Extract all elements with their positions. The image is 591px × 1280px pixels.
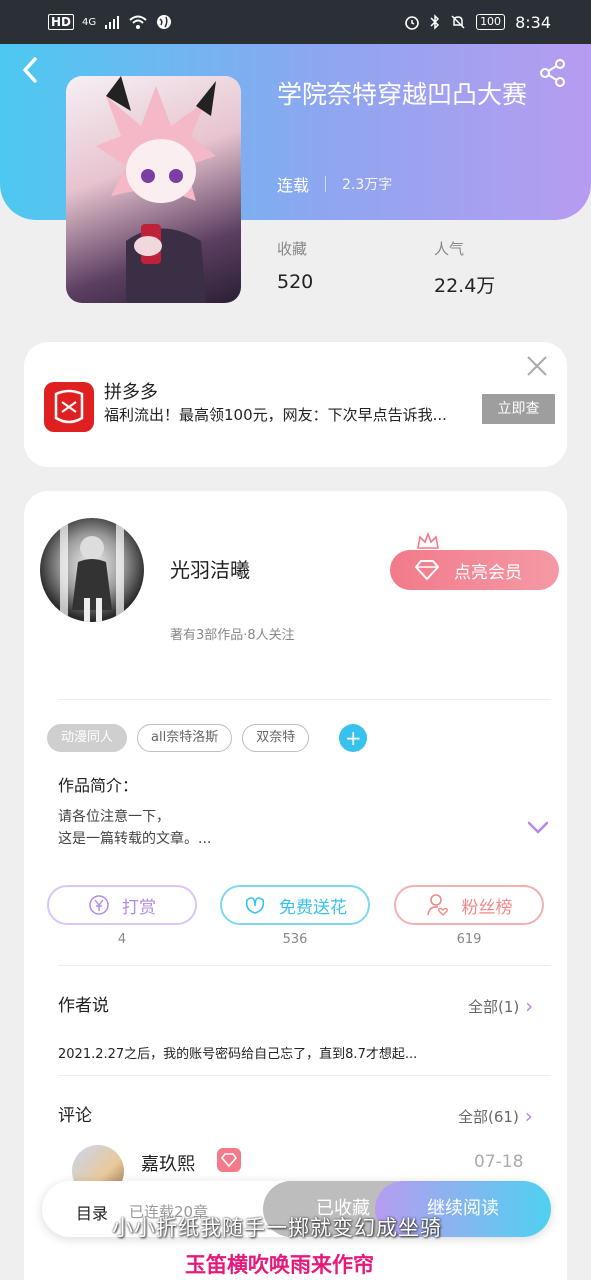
- stat-popularity: 人气 22.4万: [434, 238, 495, 298]
- commenter-name[interactable]: 嘉玖熙: [141, 1150, 195, 1176]
- ad-close-button[interactable]: [525, 354, 549, 378]
- stat-value: 520: [277, 271, 314, 293]
- chevron-left-icon: [23, 57, 37, 83]
- expand-intro-button[interactable]: [526, 820, 550, 836]
- stat-favorites: 收藏 520: [277, 238, 313, 293]
- avatar-illustration: [60, 518, 124, 622]
- hd-indicator: HD: [48, 14, 75, 30]
- intro-heading: 作品简介：: [58, 776, 139, 795]
- tag-item[interactable]: all奈特洛斯: [137, 724, 233, 752]
- diamond-icon: [414, 560, 440, 581]
- comments-more-link[interactable]: 全部(61) ›: [458, 1104, 533, 1128]
- author-say-text[interactable]: 2021.2.27之后，我的账号密码给自己忘了，直到8.7才想起...: [58, 1043, 417, 1062]
- comment-date: 07-18: [474, 1152, 524, 1172]
- book-title: 学院奈特穿越凹凸大赛: [277, 80, 528, 109]
- flower-icon: [245, 897, 265, 914]
- status-bar: HD 4G 100 8:34: [0, 0, 591, 44]
- word-count: 2.3万字: [342, 177, 393, 193]
- clock: 8:34: [515, 12, 551, 32]
- stat-value: 22.4万: [434, 275, 496, 297]
- intro-text: 请各位注意一下， 这是一篇转载的文章。...: [58, 806, 211, 850]
- book-status-row: 连载 2.3万字: [277, 172, 392, 196]
- chevron-down-icon: [527, 821, 549, 834]
- fan-ranking-button[interactable]: 粉丝榜: [394, 885, 544, 925]
- send-flower-label: 免费送花: [279, 897, 347, 918]
- serial-status: 连载: [277, 176, 310, 195]
- intro-line: 请各位注意一下，: [58, 809, 170, 825]
- pinduoduo-logo-icon: [44, 382, 94, 432]
- crown-icon: [417, 532, 439, 549]
- tip-button[interactable]: 打赏: [47, 885, 197, 925]
- tag-list: 动漫同人 all奈特洛斯 双奈特 +: [47, 724, 368, 752]
- ad-brand: 拼多多: [104, 382, 158, 403]
- network-indicator: 4G: [82, 16, 97, 28]
- book-cover[interactable]: [66, 76, 241, 303]
- tag-item[interactable]: 双奈特: [242, 724, 310, 752]
- tip-count: 4: [117, 932, 127, 947]
- fan-ranking-label: 粉丝榜: [461, 897, 513, 918]
- flower-count: 536: [282, 932, 308, 947]
- chevron-right-icon: ›: [525, 994, 534, 1018]
- fan-count: 619: [456, 932, 482, 947]
- divider: [58, 699, 551, 700]
- mute-bell-icon: [451, 15, 465, 29]
- author-name[interactable]: 光羽洁曦: [170, 554, 250, 583]
- tag-item[interactable]: 动漫同人: [47, 724, 128, 752]
- tip-button-label: 打赏: [122, 897, 156, 918]
- subtitle-line-1: 小小折纸我随手一掷就变幻成坐骑: [112, 1216, 442, 1240]
- author-say-heading: 作者说: [58, 996, 109, 1016]
- vip-button-label: 点亮会员: [454, 562, 522, 583]
- comments-more-label: 全部(61): [458, 1107, 519, 1126]
- intro-line: 这是一篇转载的文章。...: [58, 831, 212, 847]
- close-icon: [527, 356, 547, 376]
- stat-label: 收藏: [277, 240, 308, 258]
- author-say-more-label: 全部(1): [468, 997, 520, 1016]
- divider: [58, 965, 551, 966]
- share-icon: [540, 59, 565, 87]
- status-divider: [325, 176, 327, 192]
- back-button[interactable]: [20, 56, 48, 86]
- ad-cta-button[interactable]: 立即查: [482, 394, 555, 424]
- vip-badge-icon: [217, 1148, 241, 1172]
- share-button[interactable]: [538, 58, 568, 88]
- add-tag-button[interactable]: +: [339, 724, 368, 752]
- author-meta: 著有3部作品·8人关注: [170, 628, 295, 643]
- signal-icon: [105, 16, 120, 29]
- stat-label: 人气: [434, 240, 465, 258]
- toc-button[interactable]: 目录: [76, 1200, 108, 1224]
- bluetooth-icon: [430, 14, 440, 30]
- chevron-right-icon: ›: [524, 1104, 533, 1128]
- send-flower-button[interactable]: 免费送花: [220, 885, 370, 925]
- divider: [58, 1075, 551, 1076]
- author-say-more-link[interactable]: 全部(1) ›: [468, 994, 533, 1018]
- fan-user-icon: [426, 894, 448, 916]
- vip-button[interactable]: 点亮会员: [390, 550, 559, 590]
- author-avatar[interactable]: [40, 518, 144, 622]
- wifi-icon: [129, 15, 147, 29]
- subtitle-line-2: 玉笛横吹唤雨来作帘: [185, 1253, 374, 1277]
- battery-icon: 100: [476, 14, 506, 30]
- ad-description: 福利流出！最高领100元，网友：下次早点告诉我...: [104, 406, 447, 424]
- globe-icon: [157, 15, 172, 29]
- yen-coin-icon: [89, 895, 109, 915]
- cover-illustration: [96, 76, 216, 303]
- alarm-icon: [405, 16, 419, 30]
- comments-heading: 评论: [58, 1106, 92, 1126]
- ad-card[interactable]: 拼多多 福利流出！最高领100元，网友：下次早点告诉我... 立即查: [24, 342, 567, 467]
